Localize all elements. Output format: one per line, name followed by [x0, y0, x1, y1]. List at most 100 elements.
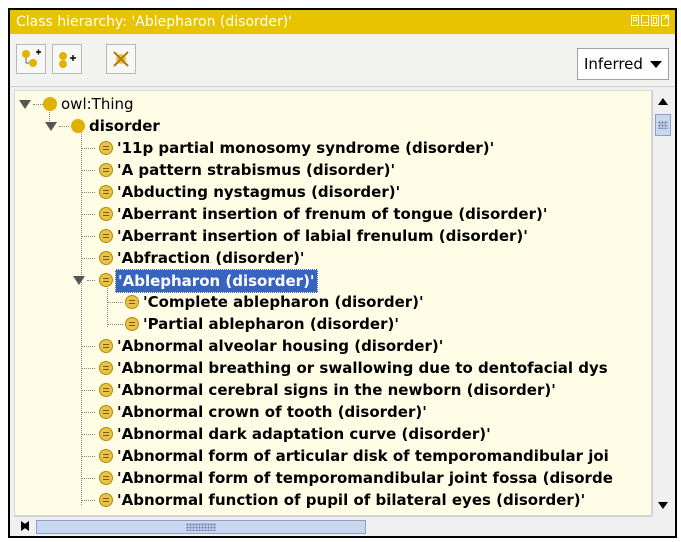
tree-node[interactable]: 'Abnormal dark adaptation curve (disorde…	[15, 423, 651, 445]
tree-node-label: 'Abnormal alveolar housing (disorder)'	[117, 337, 444, 355]
add-sibling-icon	[59, 52, 76, 68]
tree-connector	[81, 214, 95, 215]
add-sibling-button[interactable]	[52, 44, 82, 74]
vertical-scroll-thumb[interactable]	[655, 114, 671, 136]
restore-icon[interactable]	[631, 15, 639, 26]
scroll-right-button[interactable]	[15, 517, 33, 535]
tree-connector	[81, 434, 95, 435]
horizontal-scrollbar[interactable]	[14, 516, 652, 536]
class-icon	[125, 317, 139, 331]
tree-node[interactable]: 'A pattern strabismus (disorder)'	[15, 159, 651, 181]
delete-class-button[interactable]	[106, 44, 136, 74]
class-icon	[71, 119, 85, 133]
tree-node-label: 'Abducting nystagmus (disorder)'	[117, 183, 401, 201]
tree-node-label: 'Abnormal dark adaptation curve (disorde…	[117, 425, 491, 443]
tree-connector	[81, 236, 95, 237]
class-icon	[99, 405, 113, 419]
expand-toggle-icon[interactable]	[73, 276, 85, 285]
class-icon	[99, 141, 113, 155]
tree-connector	[81, 192, 95, 193]
toolbar: Inferred	[10, 34, 675, 87]
grip-icon	[186, 523, 216, 531]
expand-toggle-icon[interactable]	[45, 122, 57, 131]
tree-connector	[81, 390, 95, 391]
tree-node[interactable]: 'Abfraction (disorder)'	[15, 247, 651, 269]
class-icon	[99, 185, 113, 199]
window-controls	[631, 12, 670, 26]
view-mode-select[interactable]: Inferred	[577, 48, 669, 80]
tree-connector	[81, 258, 95, 259]
tree-connector	[81, 346, 95, 347]
tree-connector	[81, 368, 95, 369]
tree-node-label: 'Aberrant insertion of frenum of tongue …	[117, 205, 548, 223]
tree-node[interactable]: 'Abnormal crown of tooth (disorder)'	[15, 401, 651, 423]
tree-node[interactable]: 'Abnormal form of temporomandibular join…	[15, 467, 651, 489]
class-icon	[99, 251, 113, 265]
tree-connector	[81, 456, 95, 457]
delete-class-icon	[113, 51, 129, 67]
grip-icon	[658, 121, 668, 129]
horizontal-scroll-thumb[interactable]	[36, 520, 366, 534]
tree-node[interactable]: '11p partial monosomy syndrome (disorder…	[15, 137, 651, 159]
tree-node[interactable]: 'Abducting nystagmus (disorder)'	[15, 181, 651, 203]
tree-connector	[107, 324, 123, 325]
arrow-right-icon	[20, 521, 28, 531]
tree-node-label: 'Ablepharon (disorder)'	[115, 269, 318, 293]
class-icon	[99, 207, 113, 221]
close-icon[interactable]	[661, 12, 670, 26]
scroll-up-button[interactable]	[654, 92, 672, 110]
class-icon	[99, 471, 113, 485]
tree-node-label: 'Aberrant insertion of labial frenulum (…	[117, 227, 528, 245]
tree-node[interactable]: 'Aberrant insertion of frenum of tongue …	[15, 203, 651, 225]
tree-node-label: 'Abnormal crown of tooth (disorder)'	[117, 403, 427, 421]
tree-node-label: 'Complete ablepharon (disorder)'	[143, 293, 424, 311]
expand-toggle-icon[interactable]	[19, 100, 31, 109]
tree-node-disorder[interactable]: disorder	[15, 115, 615, 137]
tree-node-label: 'Abnormal breathing or swallowing due to…	[117, 359, 608, 377]
tree-connector	[81, 170, 95, 171]
vertical-scrollbar[interactable]	[652, 90, 673, 516]
tree-node-label: 'Abnormal cerebral signs in the newborn …	[117, 381, 556, 399]
class-icon	[99, 493, 113, 507]
maximize-icon[interactable]	[651, 15, 659, 26]
tree-node-label: owl:Thing	[61, 95, 134, 113]
chevron-down-icon	[650, 61, 662, 68]
arrow-down-icon	[658, 501, 668, 509]
tree-node[interactable]: 'Abnormal cerebral signs in the newborn …	[15, 379, 651, 401]
tree-node[interactable]: 'Abnormal alveolar housing (disorder)'	[15, 335, 651, 357]
minimize-icon[interactable]	[641, 15, 649, 26]
class-icon	[43, 97, 57, 111]
tree-node-owl-thing[interactable]: owl:Thing	[15, 93, 615, 115]
tree-node-label: '11p partial monosomy syndrome (disorder…	[117, 139, 495, 157]
tree-node[interactable]: 'Abnormal function of pupil of bilateral…	[15, 489, 651, 511]
add-subclass-button[interactable]	[16, 44, 46, 74]
tree-connector	[59, 126, 69, 127]
tree-node-label: 'Abnormal form of articular disk of temp…	[117, 447, 609, 465]
tree-node[interactable]: 'Abnormal form of articular disk of temp…	[15, 445, 651, 467]
class-icon	[99, 361, 113, 375]
class-icon	[99, 427, 113, 441]
panel-titlebar: Class hierarchy: 'Ablepharon (disorder)'	[10, 10, 675, 34]
tree-node-label: 'Abfraction (disorder)'	[117, 249, 305, 267]
class-tree: owl:Thing disorder '11p partial monosomy…	[14, 90, 652, 516]
tree-node-label: disorder	[89, 117, 160, 135]
tree-node[interactable]: 'Partial ablepharon (disorder)'	[15, 313, 651, 335]
tree-connector	[81, 412, 95, 413]
tree-node-selected[interactable]: 'Ablepharon (disorder)'	[15, 269, 651, 293]
tree-node[interactable]: 'Aberrant insertion of labial frenulum (…	[15, 225, 651, 247]
view-mode-value: Inferred	[584, 55, 643, 73]
class-icon	[99, 163, 113, 177]
add-subclass-icon	[22, 49, 41, 67]
scroll-down-button[interactable]	[654, 496, 672, 514]
tree-node[interactable]: 'Abnormal breathing or swallowing due to…	[15, 357, 651, 379]
panel-title: Class hierarchy: 'Ablepharon (disorder)'	[16, 14, 293, 30]
class-icon	[99, 449, 113, 463]
class-icon	[99, 273, 113, 287]
tree-node-label: 'A pattern strabismus (disorder)'	[117, 161, 396, 179]
tree-node[interactable]: 'Complete ablepharon (disorder)'	[15, 291, 651, 313]
tree-node-label: 'Partial ablepharon (disorder)'	[143, 315, 399, 333]
tree-connector	[107, 302, 123, 303]
tree-connector	[81, 500, 95, 501]
class-icon	[125, 295, 139, 309]
class-hierarchy-panel: Class hierarchy: 'Ablepharon (disorder)'	[8, 8, 677, 538]
